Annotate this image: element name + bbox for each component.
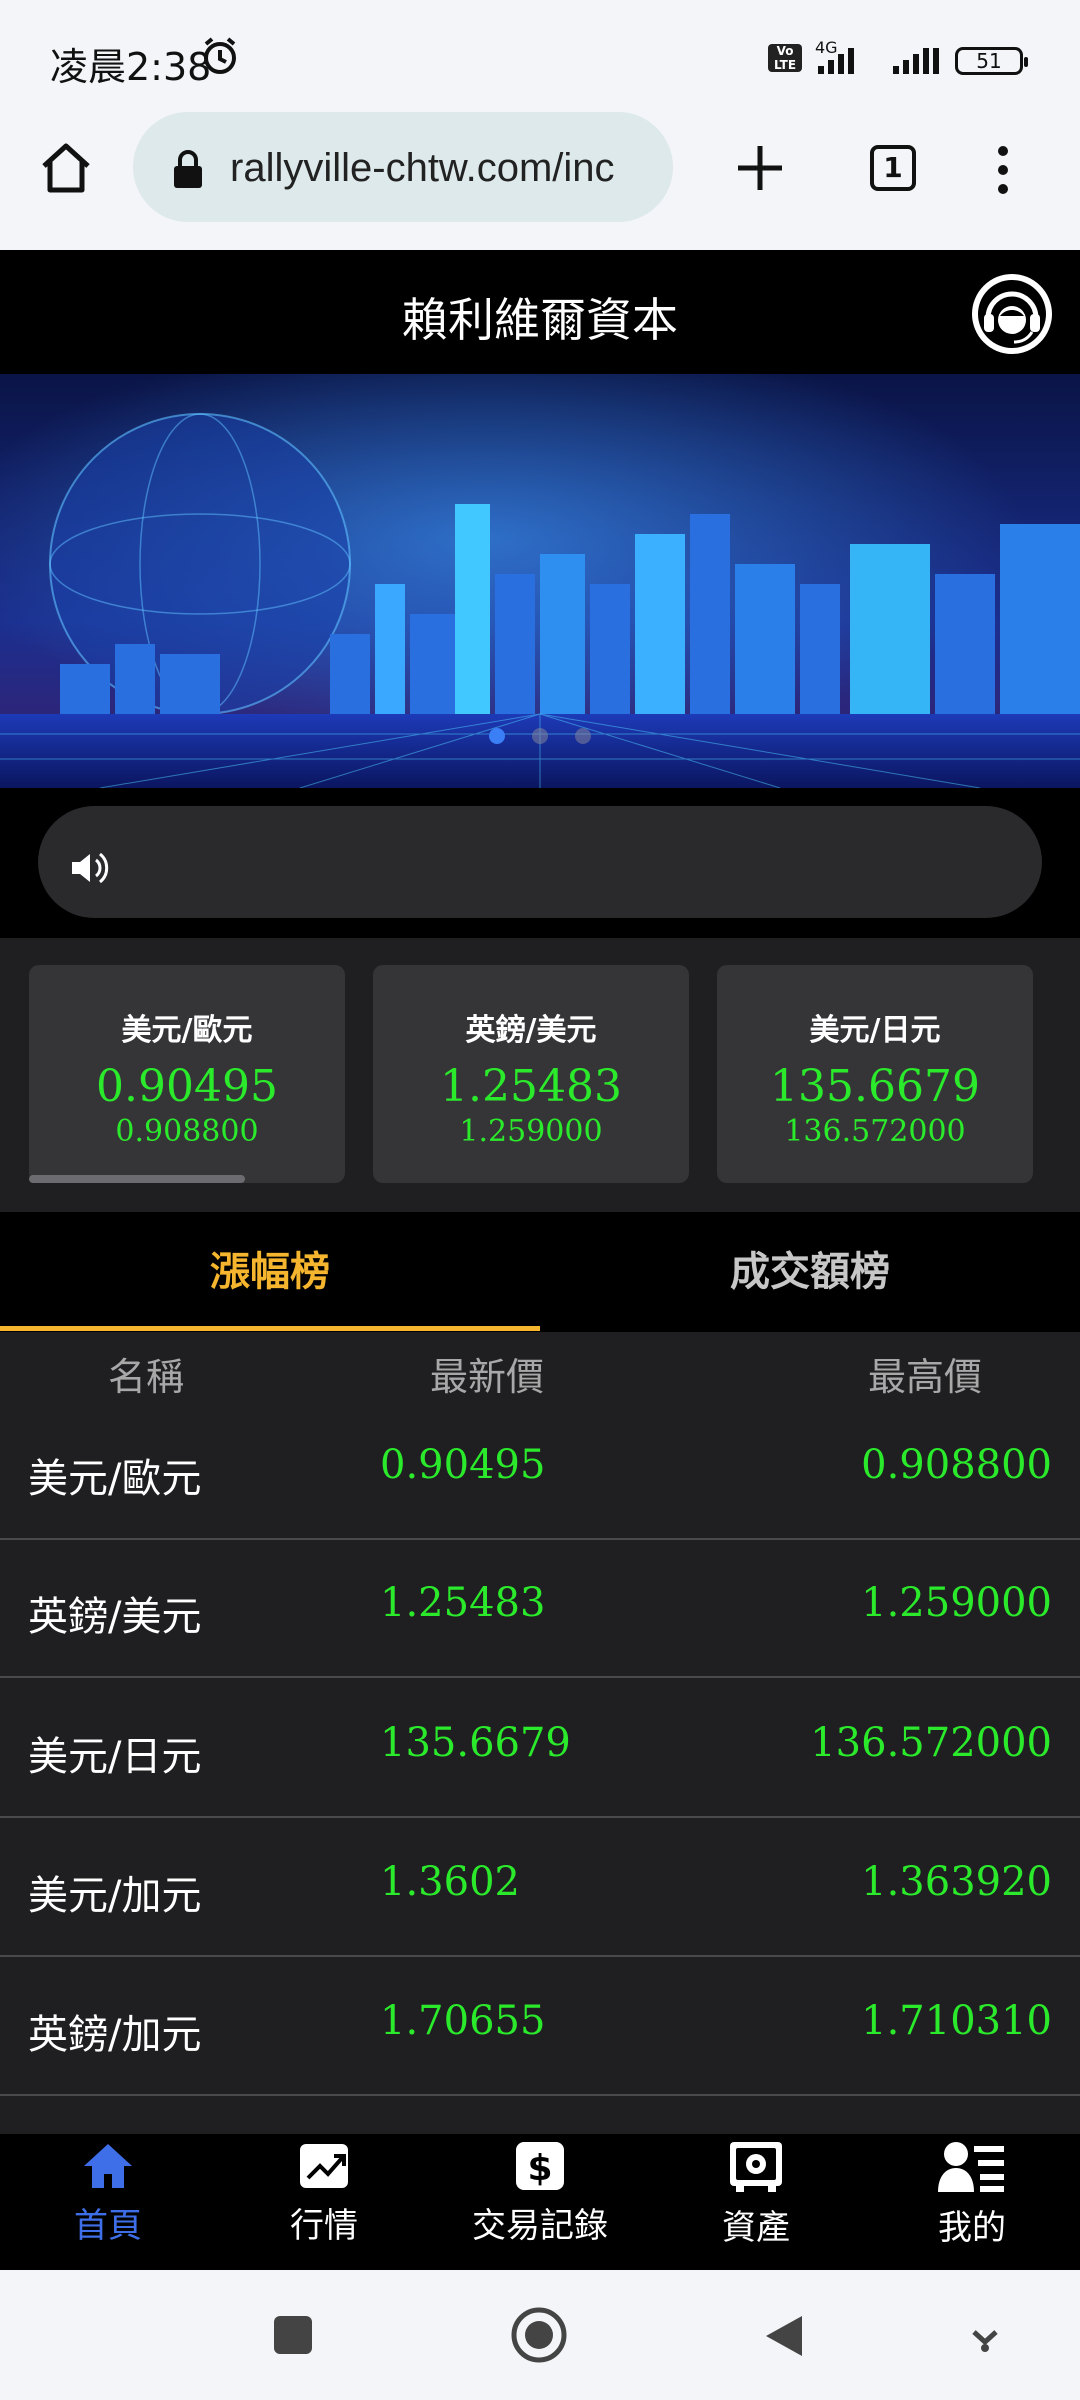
signal-icon-2 <box>893 48 939 74</box>
ticker-last-price: 1.25483 <box>440 1061 622 1112</box>
banner-image[interactable] <box>0 374 1080 789</box>
volte-icon: Vo LTE <box>768 44 802 72</box>
row-high: 1.710310 <box>861 1998 1052 2044</box>
ticker-last-price: 0.90495 <box>96 1061 278 1112</box>
carousel-dot <box>575 728 591 744</box>
safe-icon <box>648 2140 864 2198</box>
battery-icon: 51 <box>955 47 1028 75</box>
nav-assets[interactable]: 資產 <box>648 2140 864 2249</box>
cards-scrollbar[interactable] <box>29 1175 245 1183</box>
row-pair: 英鎊/美元 <box>28 1594 202 1640</box>
row-price: 135.6679 <box>380 1720 571 1766</box>
url-text[interactable]: rallyville-chtw.com/inc <box>230 146 650 191</box>
column-header-price: 最新價 <box>430 1355 545 1399</box>
speaker-icon <box>68 848 112 892</box>
row-price: 1.25483 <box>380 1580 546 1626</box>
ticker-card[interactable]: 英鎊/美元 1.25483 1.259000 <box>373 965 689 1183</box>
recents-button[interactable] <box>272 2314 314 2360</box>
row-pair: 美元/歐元 <box>28 1456 202 1502</box>
table-row[interactable]: 美元/加元 1.3602 1.363920 <box>0 1819 1080 1957</box>
row-pair: 美元/日元 <box>28 1734 202 1780</box>
table-row[interactable]: 美元/歐元 0.90495 0.908800 <box>0 1402 1080 1540</box>
active-tab-indicator <box>0 1326 540 1331</box>
assistant-button[interactable] <box>970 2318 1000 2358</box>
chart-icon <box>216 2140 432 2196</box>
back-button[interactable] <box>762 2312 806 2364</box>
table-row[interactable]: 英鎊/美元 1.25483 1.259000 <box>0 1540 1080 1678</box>
home-button[interactable] <box>38 140 94 200</box>
row-high: 136.572000 <box>810 1720 1052 1766</box>
column-header-high: 最高價 <box>868 1355 983 1399</box>
nav-trade-history[interactable]: $ 交易記錄 <box>432 2140 648 2247</box>
signal-icon <box>818 48 854 74</box>
announcement-bar[interactable] <box>38 806 1042 918</box>
row-high: 0.908800 <box>861 1442 1052 1488</box>
home-icon <box>0 2140 216 2196</box>
lock-icon <box>170 150 206 194</box>
new-tab-button[interactable] <box>730 138 790 202</box>
ticker-card[interactable]: 美元/歐元 0.90495 0.908800 <box>29 965 345 1183</box>
dollar-icon: $ <box>432 2140 648 2196</box>
nav-label: 交易記錄 <box>472 2206 608 2246</box>
more-menu-icon[interactable] <box>995 145 1011 199</box>
alarm-icon <box>200 36 240 80</box>
home-system-button[interactable] <box>510 2306 568 2368</box>
svg-text:$: $ <box>527 2148 552 2189</box>
ticker-pair: 美元/日元 <box>809 1013 941 1048</box>
status-time: 凌晨2:38 <box>50 45 212 89</box>
nav-label: 首頁 <box>74 2206 142 2246</box>
carousel-dot-active <box>489 728 505 744</box>
ticker-high-price: 136.572000 <box>784 1114 966 1149</box>
ticker-last-price: 135.6679 <box>770 1061 980 1112</box>
tab-gain-ranking[interactable]: 漲幅榜 <box>0 1212 540 1332</box>
row-pair: 美元/加元 <box>28 1873 202 1919</box>
carousel-dot <box>532 728 548 744</box>
nav-label: 資產 <box>722 2208 790 2248</box>
tab-switcher-button[interactable]: 1 <box>870 145 916 191</box>
ticker-card[interactable]: 美元/日元 135.6679 136.572000 <box>717 965 1033 1183</box>
row-price: 1.3602 <box>380 1859 520 1905</box>
row-price: 0.90495 <box>380 1442 546 1488</box>
ticker-pair: 美元/歐元 <box>121 1013 253 1048</box>
row-high: 1.259000 <box>861 1580 1052 1626</box>
ticker-pair: 英鎊/美元 <box>465 1013 597 1048</box>
row-high: 1.363920 <box>861 1859 1052 1905</box>
page-title: 賴利維爾資本 <box>402 293 678 347</box>
nav-home[interactable]: 首頁 <box>0 2140 216 2247</box>
table-row[interactable]: 美元/日元 135.6679 136.572000 <box>0 1680 1080 1818</box>
column-header-name: 名稱 <box>108 1355 185 1399</box>
nav-label: 行情 <box>290 2206 358 2246</box>
tab-volume-ranking[interactable]: 成交額榜 <box>540 1212 1080 1332</box>
nav-label: 我的 <box>938 2208 1006 2248</box>
user-list-icon <box>864 2140 1080 2198</box>
row-pair: 英鎊/加元 <box>28 2012 202 2058</box>
ticker-high-price: 0.908800 <box>115 1114 259 1149</box>
nav-market[interactable]: 行情 <box>216 2140 432 2247</box>
row-price: 1.70655 <box>380 1998 546 2044</box>
nav-profile[interactable]: 我的 <box>864 2140 1080 2249</box>
table-row[interactable]: 英鎊/加元 1.70655 1.710310 <box>0 1958 1080 2096</box>
ticker-high-price: 1.259000 <box>459 1114 603 1149</box>
customer-service-icon[interactable] <box>970 272 1054 356</box>
